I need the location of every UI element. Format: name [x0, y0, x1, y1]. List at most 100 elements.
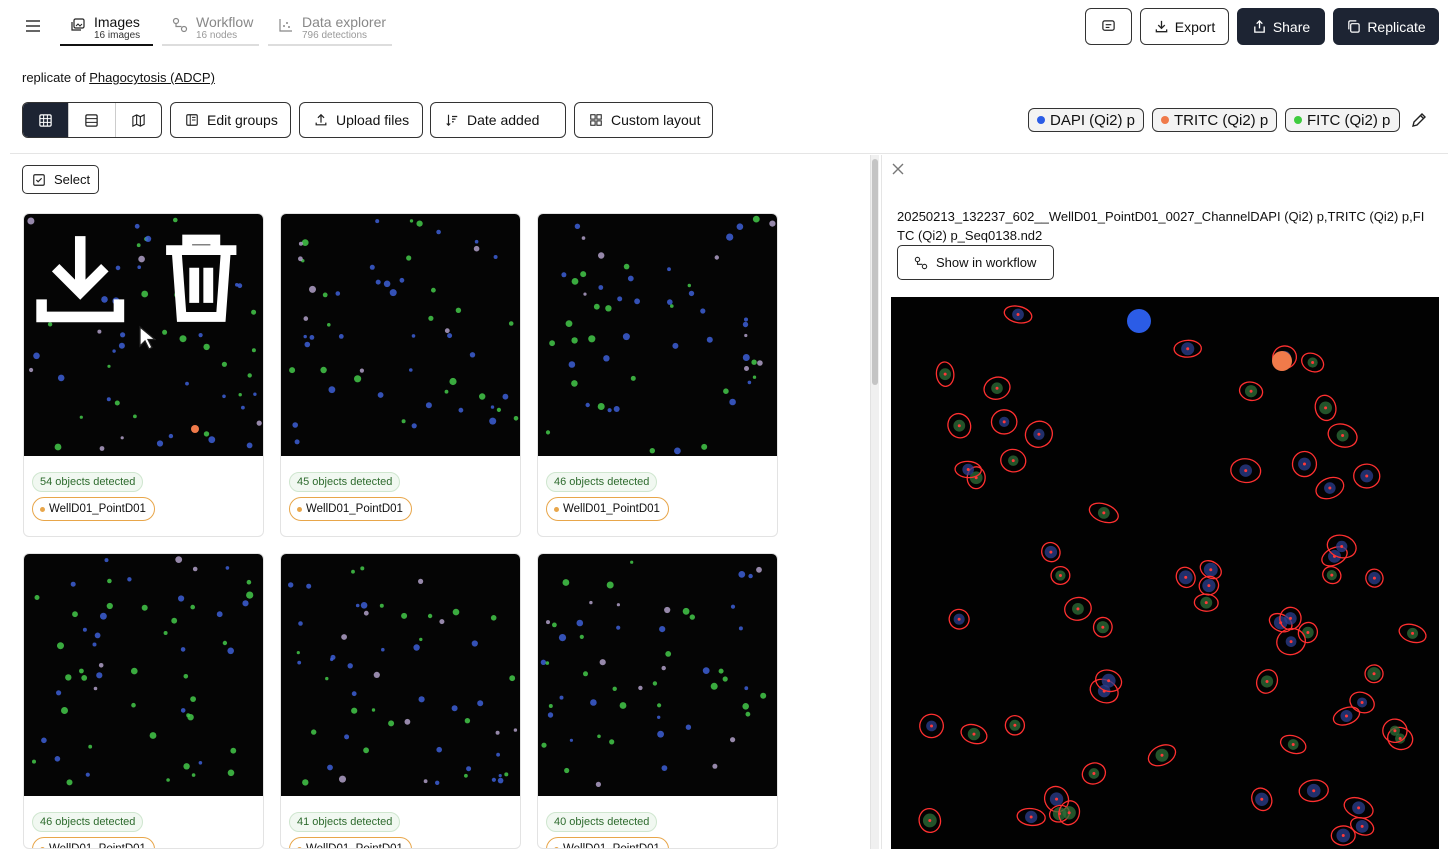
detected-cell[interactable] — [1364, 567, 1385, 589]
pencil-icon[interactable] — [1410, 111, 1428, 129]
image-preview[interactable] — [891, 297, 1439, 849]
tab-data-explorer-label: Data explorer — [302, 14, 387, 30]
detected-cell[interactable] — [946, 606, 972, 632]
tab-data-explorer[interactable]: Data explorer 796 detections — [268, 10, 392, 46]
detected-cell[interactable] — [954, 460, 982, 479]
image-card[interactable]: 40 objects detected WellD01_PointD01 — [537, 553, 778, 849]
table-view-button[interactable] — [69, 103, 116, 137]
detected-cell[interactable] — [1320, 564, 1344, 587]
grid-icon — [39, 113, 52, 127]
image-filename: 20250213_132237_602__WellD01_PointD01_00… — [897, 209, 1425, 243]
detected-cell[interactable] — [1004, 715, 1026, 736]
show-in-workflow-button[interactable]: Show in workflow — [897, 245, 1054, 280]
menu-icon[interactable] — [22, 16, 44, 36]
export-button[interactable]: Export — [1140, 8, 1229, 45]
objects-detected-badge: 45 objects detected — [289, 472, 401, 492]
card-actions — [24, 222, 257, 335]
tab-images[interactable]: Images 16 images — [60, 10, 153, 46]
detected-cell[interactable] — [1298, 349, 1326, 375]
grid-view-button[interactable] — [23, 103, 70, 137]
detected-cell[interactable] — [1092, 616, 1113, 638]
detected-cell[interactable] — [1253, 667, 1281, 697]
detected-cell[interactable] — [1021, 417, 1057, 452]
detected-cell[interactable] — [1079, 760, 1108, 788]
image-thumbnail — [24, 554, 263, 796]
share-button[interactable]: Share — [1237, 8, 1325, 45]
detected-cell[interactable] — [1193, 593, 1219, 612]
detected-cell[interactable] — [1325, 420, 1360, 451]
image-card[interactable]: 54 objects detected WellD01_PointD01 — [23, 213, 264, 537]
detected-cell[interactable] — [999, 447, 1028, 474]
close-icon[interactable] — [890, 161, 906, 177]
detected-cell[interactable] — [917, 807, 943, 834]
image-thumbnail — [538, 214, 777, 456]
detected-cell[interactable] — [1038, 539, 1063, 565]
sort-date-added-button[interactable]: Date added — [430, 102, 566, 138]
top-bar: Images 16 images Workflow 16 nodes Data … — [0, 0, 1448, 54]
divider — [10, 153, 1448, 154]
detected-cell[interactable] — [1341, 794, 1376, 822]
select-label: Select — [54, 172, 91, 187]
detected-cell[interactable] — [1347, 688, 1378, 716]
detected-cell[interactable] — [1197, 557, 1224, 582]
detected-cell[interactable] — [944, 410, 975, 442]
trash-icon[interactable] — [145, 222, 258, 335]
images-icon — [71, 18, 85, 31]
detected-cell[interactable] — [1397, 621, 1428, 646]
detected-cell[interactable] — [1313, 393, 1339, 422]
export-label: Export — [1174, 18, 1216, 35]
map-view-button[interactable] — [116, 103, 161, 137]
upload-files-button[interactable]: Upload files — [299, 102, 423, 138]
detected-cell[interactable] — [1291, 450, 1318, 478]
edit-groups-label: Edit groups — [207, 112, 278, 128]
detected-cell[interactable] — [935, 361, 955, 387]
download-icon[interactable] — [24, 222, 137, 335]
image-thumbnail — [538, 554, 777, 796]
detected-cell[interactable] — [1238, 380, 1265, 403]
image-card[interactable]: 41 objects detected WellD01_PointD01 — [280, 553, 521, 849]
detected-cell[interactable] — [1313, 473, 1347, 502]
detected-cell[interactable] — [1330, 825, 1356, 846]
detected-cell[interactable] — [1230, 457, 1262, 484]
tab-workflow-label: Workflow — [196, 14, 254, 30]
detected-cell[interactable] — [1385, 724, 1416, 752]
detected-cell[interactable] — [1063, 595, 1093, 622]
objects-detected-badge: 46 objects detected — [32, 812, 144, 832]
edit-groups-button[interactable]: Edit groups — [170, 102, 291, 138]
detected-cell[interactable] — [1016, 807, 1046, 827]
workflow-icon — [914, 256, 928, 269]
replicate-source-link[interactable]: Phagocytosis (ADCP) — [89, 70, 215, 85]
replicate-button[interactable]: Replicate — [1333, 8, 1439, 45]
custom-layout-button[interactable]: Custom layout — [574, 102, 713, 138]
image-card[interactable]: 45 objects detected WellD01_PointD01 — [280, 213, 521, 537]
detected-cell[interactable] — [1087, 499, 1121, 526]
detected-cell[interactable] — [1003, 303, 1034, 325]
comments-button[interactable] — [1085, 8, 1132, 45]
detected-cell[interactable] — [1248, 785, 1276, 814]
channel-chip-fitc[interactable]: FITC (Qi2) p — [1285, 108, 1400, 132]
channel-chip-label: FITC (Qi2) p — [1307, 111, 1391, 129]
detected-cell[interactable] — [1278, 732, 1308, 757]
detected-cell[interactable] — [1145, 741, 1179, 770]
detected-cell[interactable] — [1331, 704, 1362, 729]
detected-cell[interactable] — [990, 409, 1018, 435]
detected-cell[interactable] — [1196, 573, 1222, 598]
image-card[interactable]: 46 objects detected WellD01_PointD01 — [23, 553, 264, 849]
detected-cell[interactable] — [1173, 564, 1199, 591]
copy-icon — [1348, 20, 1361, 33]
detected-cell[interactable] — [958, 721, 989, 747]
detected-cell[interactable] — [1298, 779, 1329, 803]
channel-chip-tritc[interactable]: TRITC (Qi2) p — [1152, 108, 1277, 132]
select-button[interactable]: Select — [22, 165, 99, 194]
image-card[interactable]: 46 objects detected WellD01_PointD01 — [537, 213, 778, 537]
scrollbar[interactable] — [870, 155, 879, 849]
detected-cell[interactable] — [1364, 664, 1384, 684]
detected-cell[interactable] — [981, 374, 1012, 402]
channel-chip-dapi[interactable]: DAPI (Qi2) p — [1028, 108, 1144, 132]
detected-cell[interactable] — [917, 711, 946, 740]
scrollbar-thumb[interactable] — [872, 159, 878, 385]
detected-cell[interactable] — [1050, 566, 1071, 585]
detected-cell[interactable] — [1353, 463, 1381, 489]
tab-workflow[interactable]: Workflow 16 nodes — [162, 10, 259, 46]
detected-cell[interactable] — [1173, 339, 1202, 358]
